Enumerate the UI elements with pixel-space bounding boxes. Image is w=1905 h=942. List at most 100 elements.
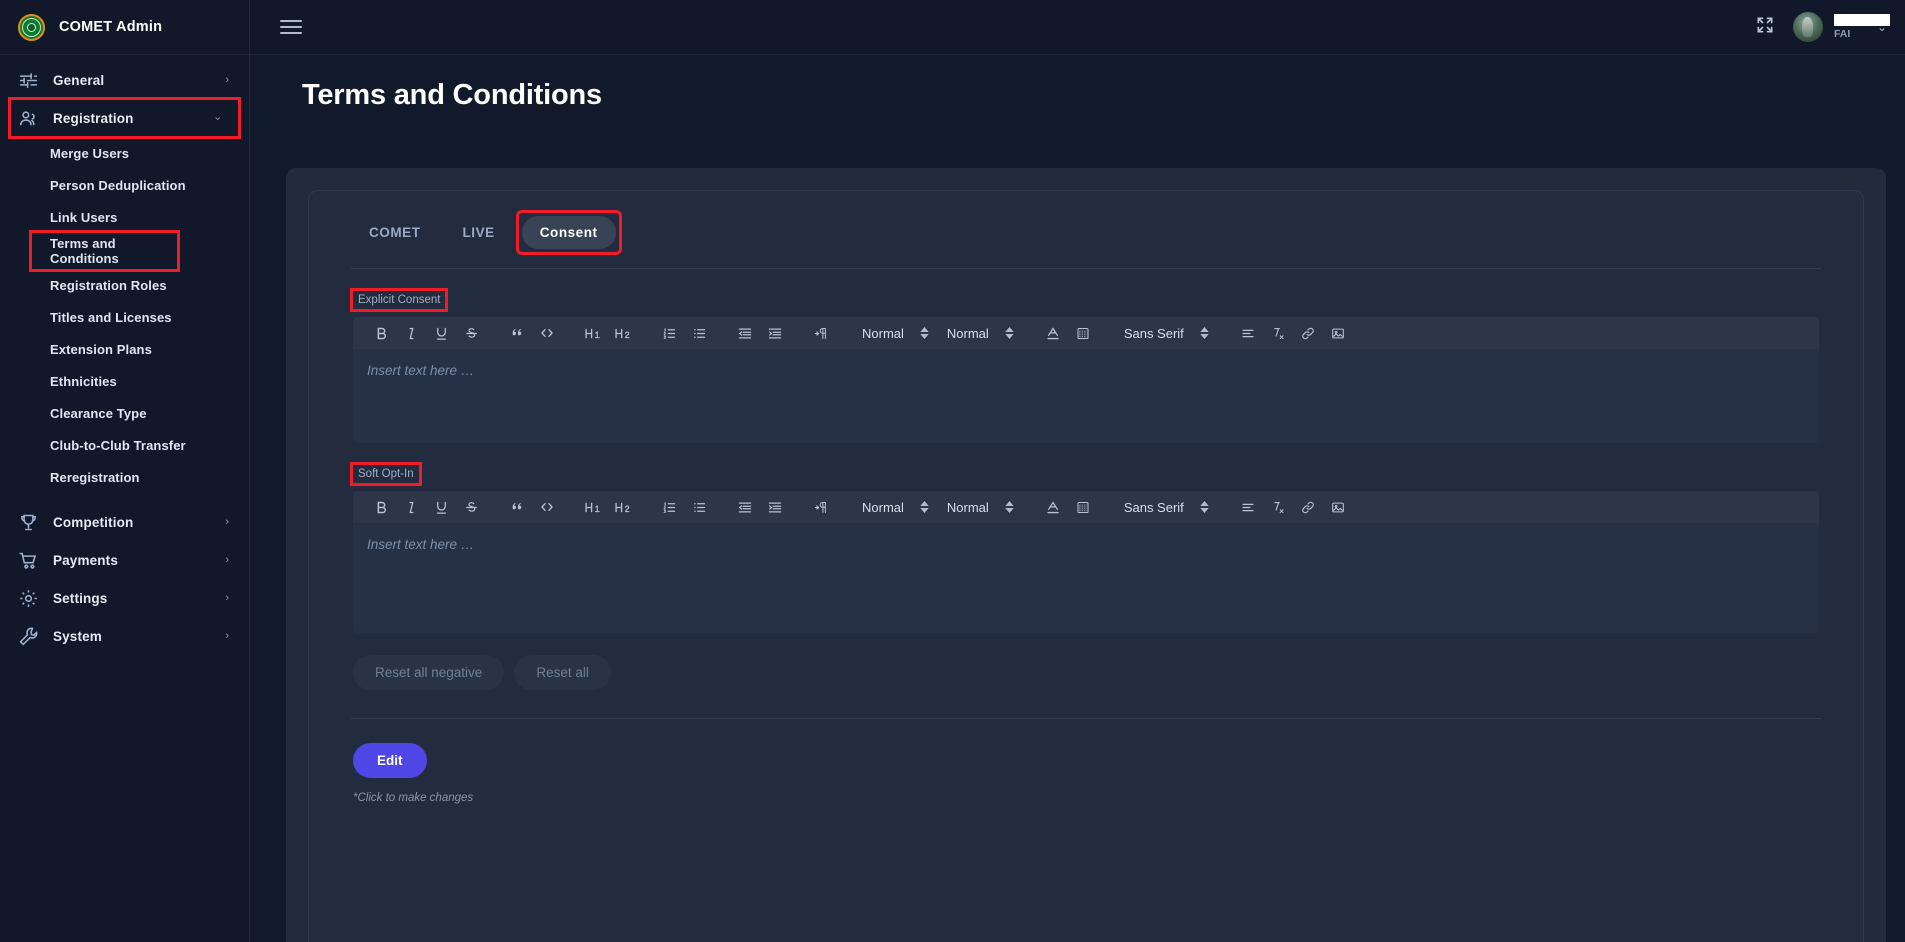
- heading-1-icon[interactable]: [578, 494, 608, 520]
- text-direction-icon[interactable]: [806, 494, 836, 520]
- bold-icon[interactable]: [366, 494, 396, 520]
- soft-opt-in-textarea[interactable]: Insert text here …: [353, 523, 1819, 633]
- sliders-icon: [18, 70, 39, 91]
- heading-2-icon[interactable]: [608, 494, 638, 520]
- italic-icon[interactable]: [396, 320, 426, 346]
- background-color-icon[interactable]: [1068, 494, 1098, 520]
- code-block-icon[interactable]: [532, 320, 562, 346]
- ordered-list-icon[interactable]: [654, 494, 684, 520]
- edit-button[interactable]: Edit: [353, 743, 427, 778]
- sidebar-item-titles-and-licenses[interactable]: Titles and Licenses: [0, 301, 249, 333]
- brand-header[interactable]: COMET Admin: [0, 0, 249, 55]
- tab-consent[interactable]: Consent: [521, 216, 616, 249]
- link-icon[interactable]: [1293, 320, 1323, 346]
- explicit-consent-section: Explicit Consent Normal Normal Sans Seri…: [309, 269, 1863, 443]
- tab-wrap-comet: COMET: [351, 216, 439, 249]
- toolbar-group-direction: [806, 320, 836, 346]
- tab-comet[interactable]: COMET: [351, 216, 439, 249]
- redaction-bar: [1833, 13, 1890, 26]
- text-direction-icon[interactable]: [806, 320, 836, 346]
- bullet-list-icon[interactable]: [684, 320, 714, 346]
- underline-icon[interactable]: [426, 494, 456, 520]
- reset-all-button[interactable]: Reset all: [514, 655, 611, 690]
- align-icon[interactable]: [1233, 494, 1263, 520]
- font-family-select[interactable]: Sans Serif: [1114, 326, 1217, 341]
- background-color-icon[interactable]: [1068, 320, 1098, 346]
- sidebar-item-merge-users[interactable]: Merge Users: [0, 137, 249, 169]
- cart-icon: [18, 550, 39, 571]
- clear-formatting-icon[interactable]: [1263, 320, 1293, 346]
- sidebar-item-ethnicities[interactable]: Ethnicities: [0, 365, 249, 397]
- align-icon[interactable]: [1233, 320, 1263, 346]
- page-title: Terms and Conditions: [302, 79, 602, 111]
- heading-2-icon[interactable]: [608, 320, 638, 346]
- sidebar-item-settings[interactable]: Settings ›: [0, 579, 249, 617]
- sidebar-item-link-users[interactable]: Link Users: [0, 201, 249, 233]
- hamburger-icon[interactable]: [280, 16, 302, 39]
- topbar-right-group: Ivana FAI ⌄: [1755, 12, 1890, 42]
- italic-icon[interactable]: [396, 494, 426, 520]
- explicit-consent-toolbar: Normal Normal Sans Serif: [353, 317, 1819, 349]
- sidebar-item-terms-and-conditions[interactable]: Terms and Conditions: [29, 230, 180, 272]
- soft-opt-in-toolbar: Normal Normal Sans Serif: [353, 491, 1819, 523]
- sidebar-item-club-to-club-transfer[interactable]: Club-to-Club Transfer: [0, 429, 249, 461]
- font-family-select[interactable]: Sans Serif: [1114, 500, 1217, 515]
- sidebar-item-general[interactable]: General ›: [0, 61, 249, 99]
- sidebar-item-reregistration[interactable]: Reregistration: [0, 461, 249, 493]
- chevron-updown-icon: [1005, 501, 1014, 513]
- soft-opt-in-section: Soft Opt-In Normal Normal Sans Serif Ins…: [309, 443, 1863, 633]
- sidebar-item-payments[interactable]: Payments ›: [0, 541, 249, 579]
- toolbar-group-block: [502, 320, 562, 346]
- header-size-select[interactable]: Normal: [852, 326, 937, 341]
- chevron-updown-icon: [1005, 327, 1014, 339]
- sidebar-item-person-deduplication[interactable]: Person Deduplication: [0, 169, 249, 201]
- sidebar-item-competition[interactable]: Competition ›: [0, 503, 249, 541]
- tab-live[interactable]: LIVE: [445, 216, 513, 249]
- header-size-select[interactable]: Normal: [852, 500, 937, 515]
- link-icon[interactable]: [1293, 494, 1323, 520]
- strikethrough-icon[interactable]: [456, 494, 486, 520]
- sidebar-item-clearance-type[interactable]: Clearance Type: [0, 397, 249, 429]
- bullet-list-icon[interactable]: [684, 494, 714, 520]
- sidebar-item-system[interactable]: System ›: [0, 617, 249, 655]
- ordered-list-icon[interactable]: [654, 320, 684, 346]
- user-menu[interactable]: Ivana FAI ⌄: [1792, 12, 1890, 42]
- image-icon[interactable]: [1323, 494, 1353, 520]
- image-icon[interactable]: [1323, 320, 1353, 346]
- sidebar-item-extension-plans[interactable]: Extension Plans: [0, 333, 249, 365]
- chevron-right-icon: ›: [225, 73, 229, 86]
- indent-icon[interactable]: [760, 494, 790, 520]
- clear-formatting-icon[interactable]: [1263, 494, 1293, 520]
- outdent-icon[interactable]: [730, 320, 760, 346]
- tab-wrap-consent: Consent: [515, 210, 622, 255]
- bold-icon[interactable]: [366, 320, 396, 346]
- toolbar-group-misc: [1233, 494, 1353, 520]
- explicit-consent-textarea[interactable]: Insert text here …: [353, 349, 1819, 443]
- sidebar-item-registration[interactable]: Registration ›: [8, 97, 241, 139]
- blockquote-icon[interactable]: [502, 494, 532, 520]
- indent-icon[interactable]: [760, 320, 790, 346]
- code-block-icon[interactable]: [532, 494, 562, 520]
- chevron-right-icon: ›: [225, 553, 229, 566]
- outdent-icon[interactable]: [730, 494, 760, 520]
- heading-1-icon[interactable]: [578, 320, 608, 346]
- font-size-select[interactable]: Normal: [937, 326, 1022, 341]
- header-size-value: Normal: [862, 499, 904, 515]
- toolbar-group-inline: [366, 494, 486, 520]
- reset-all-negative-button[interactable]: Reset all negative: [353, 655, 505, 690]
- font-size-select[interactable]: Normal: [937, 500, 1022, 515]
- text-color-icon[interactable]: [1038, 494, 1068, 520]
- sidebar-item-registration-roles[interactable]: Registration Roles: [0, 269, 249, 301]
- strikethrough-icon[interactable]: [456, 320, 486, 346]
- blockquote-icon[interactable]: [502, 320, 532, 346]
- user-meta: Ivana FAI: [1833, 13, 1890, 42]
- fullscreen-expand-icon[interactable]: [1755, 15, 1775, 40]
- bottom-divider: [351, 718, 1821, 719]
- comet-logo-icon: [18, 13, 45, 41]
- text-color-icon[interactable]: [1038, 320, 1068, 346]
- toolbar-group-block: [502, 494, 562, 520]
- chevron-right-icon: ›: [225, 591, 229, 604]
- underline-icon[interactable]: [426, 320, 456, 346]
- font-size-value: Normal: [946, 325, 989, 341]
- sidebar-item-label: Payments: [53, 552, 118, 568]
